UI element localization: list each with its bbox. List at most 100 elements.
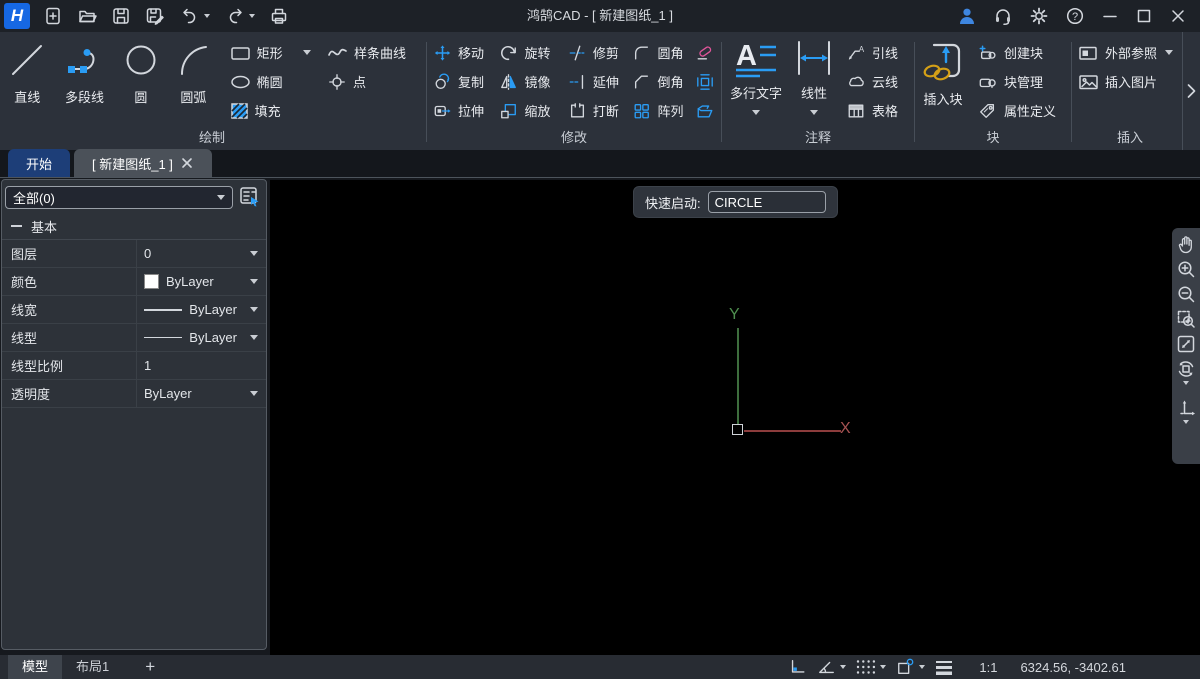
app-logo-icon[interactable]: H (4, 3, 30, 29)
rectangle-button[interactable]: 矩形 (226, 38, 315, 67)
linetype-value-dropdown[interactable]: ByLayer (137, 324, 266, 351)
linetype-scale-field[interactable]: 1 (137, 352, 266, 379)
create-block-button[interactable]: 创建块 (973, 38, 1065, 67)
pan-button[interactable] (1174, 234, 1198, 254)
tab-drawing[interactable]: [ 新建图纸_1 ] (74, 149, 212, 177)
grid-dropdown-caret[interactable] (880, 665, 886, 669)
xref-button[interactable]: 外部参照 (1074, 38, 1184, 67)
chamfer-button[interactable]: 倒角 (628, 67, 691, 96)
linear-dim-button[interactable]: 线性 (788, 32, 840, 115)
polyline-button[interactable]: 多段线 (54, 32, 114, 106)
mirror-button[interactable]: 镜像 (495, 67, 563, 96)
line-button[interactable]: 直线 (0, 32, 54, 106)
lineweight-value-dropdown[interactable]: ByLayer (137, 296, 266, 323)
undo-button[interactable] (174, 3, 215, 29)
quick-launch-input[interactable] (708, 191, 826, 213)
object-snap-button[interactable] (895, 658, 925, 676)
lineweight-display-button[interactable] (934, 658, 954, 676)
zoom-extents-button[interactable] (1174, 334, 1198, 354)
zoom-window-button[interactable] (1174, 309, 1198, 329)
revision-cloud-button[interactable]: 云线 (842, 67, 908, 96)
orbit-button[interactable] (1174, 359, 1198, 385)
save-as-button[interactable] (140, 3, 170, 29)
move-button[interactable]: 移动 (429, 38, 495, 67)
transparency-value-dropdown[interactable]: ByLayer (137, 380, 266, 407)
polar-tracking-icon (816, 658, 837, 676)
linear-dim-dropdown-caret[interactable] (810, 110, 818, 115)
ucs-x-label: X (840, 420, 851, 438)
minimize-button[interactable] (1096, 3, 1124, 29)
break-button[interactable]: 打断 (564, 96, 629, 125)
layout1-tab[interactable]: 布局1 (62, 655, 123, 679)
osnap-dropdown-caret[interactable] (919, 665, 925, 669)
point-button[interactable]: 点 (323, 67, 424, 96)
status-bar: 模型 布局1 + 1:1 6324.56, -3402.61 (0, 655, 1200, 679)
new-layout-button[interactable]: + (137, 656, 163, 678)
rectangle-dropdown-caret[interactable] (303, 50, 311, 55)
insert-image-button[interactable]: 插入图片 (1074, 67, 1184, 96)
ribbon-group-block: 插入块 创建块 块管理 属性定义 块 (917, 32, 1069, 150)
insert-block-button[interactable]: 插入块 (917, 32, 969, 108)
ribbon-expand-button[interactable] (1182, 32, 1198, 150)
mtext-button[interactable]: A 多行文字 (724, 32, 788, 115)
help-icon[interactable]: ? (1060, 3, 1090, 29)
tab-close-icon[interactable] (181, 157, 194, 170)
erase-button[interactable] (691, 38, 719, 67)
redo-button[interactable] (219, 3, 260, 29)
mtext-dropdown-caret[interactable] (752, 110, 760, 115)
tab-start[interactable]: 开始 (8, 149, 70, 177)
ucs-dropdown-caret[interactable] (1183, 420, 1189, 424)
rectangle-icon (230, 44, 251, 62)
layer-value-dropdown[interactable]: 0 (137, 240, 266, 267)
leader-button[interactable]: A引线 (842, 38, 908, 67)
model-tab[interactable]: 模型 (8, 655, 62, 679)
new-file-button[interactable] (38, 3, 68, 29)
extend-button[interactable]: 延伸 (564, 67, 629, 96)
block-manager-button[interactable]: 块管理 (973, 67, 1065, 96)
attribute-define-button[interactable]: 属性定义 (973, 96, 1065, 125)
ribbon-group-draw: 直线 多段线 圆 圆弧 矩形 (0, 32, 424, 150)
polar-tracking-button[interactable] (816, 658, 846, 676)
offset-button[interactable] (691, 67, 719, 96)
spline-button[interactable]: 样条曲线 (323, 38, 424, 67)
drawing-canvas[interactable]: 快速启动: Y X (270, 180, 1200, 655)
print-button[interactable] (264, 3, 294, 29)
quick-select-button[interactable] (236, 184, 263, 210)
save-button[interactable] (106, 3, 136, 29)
grid-snap-button[interactable] (855, 658, 886, 676)
trim-button[interactable]: 修剪 (564, 38, 629, 67)
arc-button[interactable]: 圆弧 (167, 32, 219, 106)
zoom-out-button[interactable] (1174, 284, 1198, 304)
hatch-button[interactable]: 填充 (226, 96, 315, 125)
polar-dropdown-caret[interactable] (840, 665, 846, 669)
section-basic-header[interactable]: 基本 (2, 213, 266, 240)
user-account-icon[interactable] (952, 3, 982, 29)
stretch-button[interactable]: 拉伸 (429, 96, 495, 125)
circle-button[interactable]: 圆 (115, 32, 167, 106)
array-button[interactable]: 阵列 (628, 96, 691, 125)
xref-dropdown-caret[interactable] (1165, 50, 1173, 55)
settings-gear-icon[interactable] (1024, 3, 1054, 29)
scale-indicator[interactable]: 1:1 (979, 660, 997, 675)
ucs-origin-marker (732, 424, 743, 435)
open-file-button[interactable] (72, 3, 102, 29)
table-button[interactable]: 表格 (842, 96, 908, 125)
property-row-linetype: 线型 ByLayer (2, 324, 266, 352)
fillet-button[interactable]: 圆角 (628, 38, 691, 67)
color-value-dropdown[interactable]: ByLayer (137, 268, 266, 295)
ortho-mode-button[interactable] (788, 658, 807, 676)
selection-filter-dropdown[interactable]: 全部(0) (5, 186, 233, 209)
block-manager-icon (977, 73, 998, 91)
zoom-in-button[interactable] (1174, 259, 1198, 279)
rotate-button[interactable]: 旋转 (495, 38, 563, 67)
svg-text:?: ? (1072, 11, 1078, 23)
maximize-button[interactable] (1130, 3, 1158, 29)
ellipse-button[interactable]: 椭圆 (226, 67, 315, 96)
support-headset-icon[interactable] (988, 3, 1018, 29)
ucs-tool-button[interactable] (1174, 398, 1198, 424)
close-button[interactable] (1164, 3, 1192, 29)
explode-button[interactable] (691, 96, 719, 125)
orbit-dropdown-caret[interactable] (1183, 381, 1189, 385)
scale-button[interactable]: 缩放 (495, 96, 563, 125)
copy-button[interactable]: 复制 (429, 67, 495, 96)
